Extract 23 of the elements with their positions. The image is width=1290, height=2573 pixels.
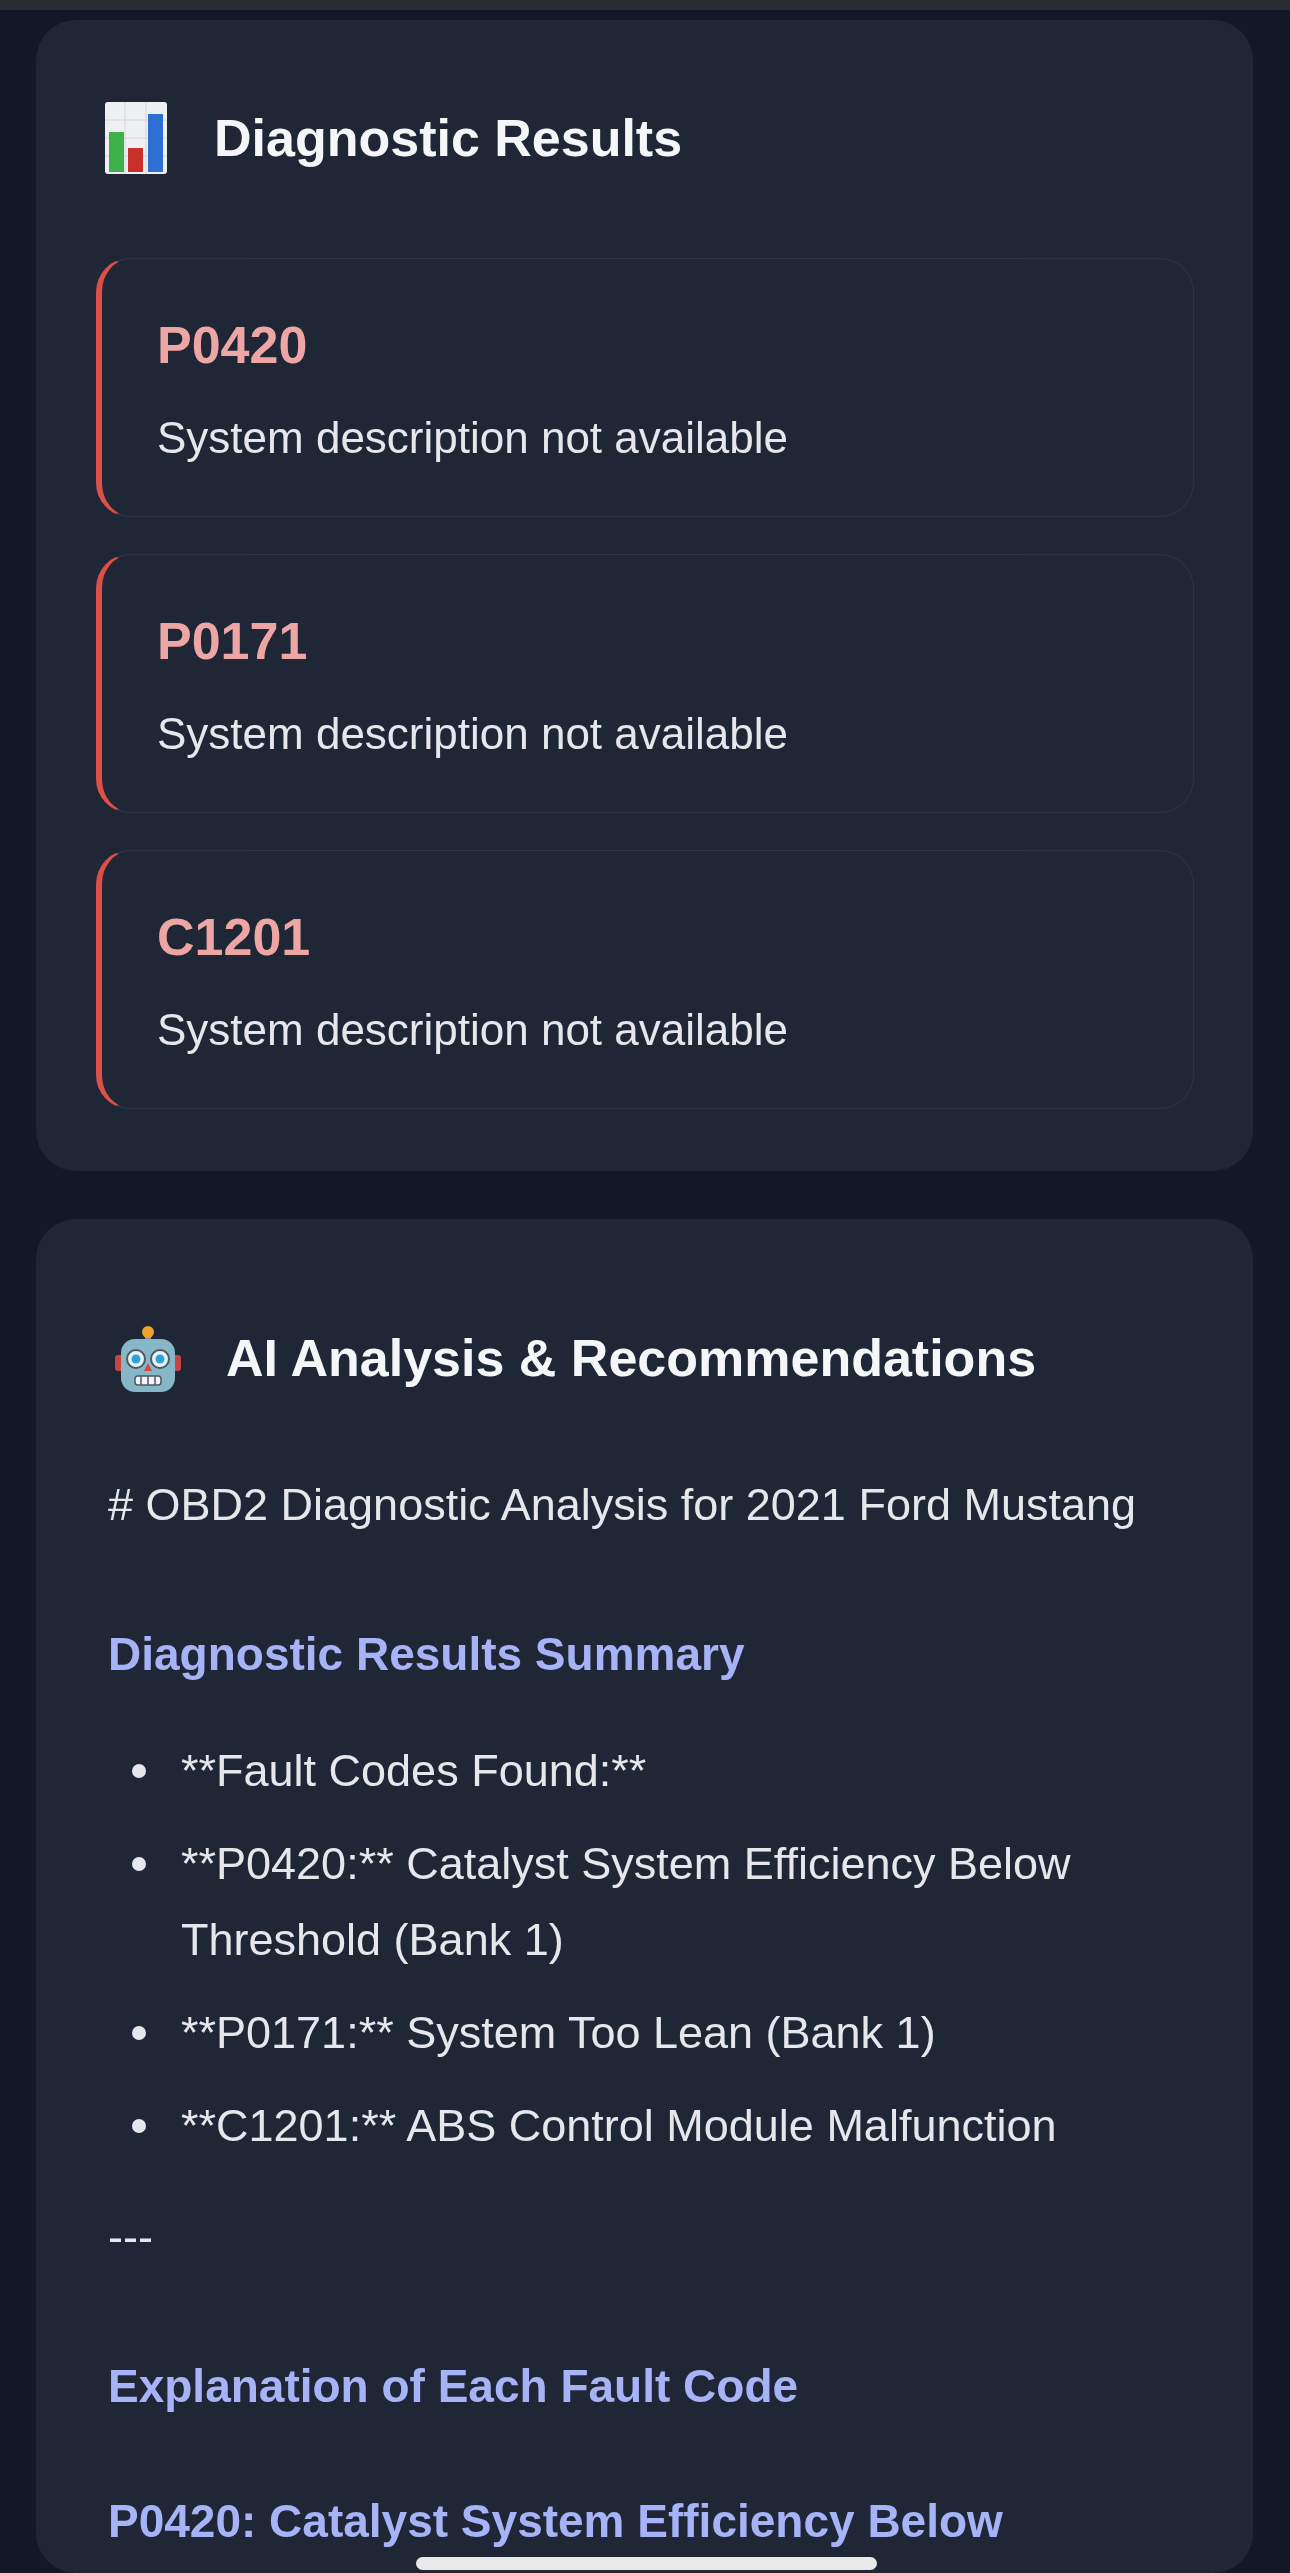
fault-code: C1201: [157, 907, 312, 968]
bullet-icon: [132, 2026, 146, 2040]
code-description: System description not available: [157, 708, 789, 760]
fault-code: P0171: [157, 611, 309, 672]
fault-code: P0420: [157, 315, 309, 376]
bullet-icon: [132, 2119, 146, 2133]
list-item-text: **P0171:** System Too Lean (Bank 1): [181, 2006, 936, 2060]
section-heading: Diagnostic Results Summary: [108, 1627, 746, 1682]
code-description: System description not available: [157, 1004, 789, 1056]
bar-chart-icon: [105, 102, 167, 174]
list-item-text: **P0420:** Catalyst System Efficiency Below Threshold (Bank 1): [181, 1837, 1072, 1967]
panel-title: Diagnostic Results: [214, 108, 683, 169]
bullet-icon: [132, 1857, 146, 1871]
section-heading: P0420: Catalyst System Efficiency Below: [108, 2494, 1004, 2549]
analysis-paragraph: ---: [108, 2210, 154, 2264]
analysis-paragraph: # OBD2 Diagnostic Analysis for 2021 Ford Mustang: [108, 1478, 1137, 1532]
list-item-text: **C1201:** ABS Control Module Malfunction: [181, 2099, 1057, 2153]
section-heading: Explanation of Each Fault Code: [108, 2359, 800, 2414]
panel-title: AI Analysis & Recommendations: [226, 1328, 1037, 1389]
robot-icon: [115, 1324, 181, 1392]
bullet-icon: [132, 1764, 146, 1778]
code-description: System description not available: [157, 412, 789, 464]
list-item-text: **Fault Codes Found:**: [181, 1744, 647, 1798]
